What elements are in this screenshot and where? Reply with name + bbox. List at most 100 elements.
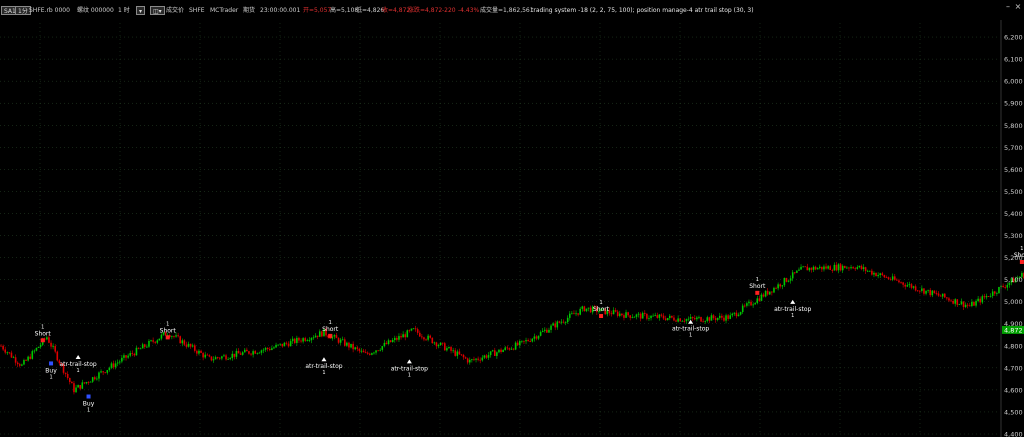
candle-body xyxy=(466,358,469,363)
price-chart[interactable]: 1Shortatr-trail-stop1Buy1Buy11Short1Shor… xyxy=(0,0,1024,437)
candle-body xyxy=(264,347,267,350)
candle-body xyxy=(850,267,852,269)
candle-body xyxy=(573,313,575,315)
menu-button[interactable]: ▾ xyxy=(136,6,146,15)
candle-body xyxy=(498,349,500,353)
candle-body xyxy=(335,335,338,339)
range-label: 期货 xyxy=(243,7,256,14)
candle-body xyxy=(900,282,902,284)
candle-body xyxy=(179,336,182,344)
candle-body xyxy=(546,329,548,333)
candle-body xyxy=(635,314,638,317)
candle-body xyxy=(131,353,134,354)
candle-body xyxy=(610,313,613,315)
candle-body xyxy=(258,352,261,354)
candle-body xyxy=(396,337,398,340)
candle-body xyxy=(448,347,450,349)
candle-body xyxy=(441,342,444,344)
candle-body xyxy=(402,334,404,338)
layout-button[interactable]: ◫▾ xyxy=(150,6,165,15)
candle-body xyxy=(423,337,425,340)
price-axis: 4,4004,5004,6004,7004,8004,9005,0005,100… xyxy=(1000,14,1024,437)
signal-qty: 1 xyxy=(408,372,411,378)
stop-marker xyxy=(406,359,412,364)
candle-body xyxy=(281,343,284,347)
candle-body xyxy=(4,349,7,353)
y-tick-label: 4,700 xyxy=(1004,364,1023,372)
candle-body xyxy=(114,363,117,368)
candle-body xyxy=(614,310,617,312)
candle-body xyxy=(837,264,840,271)
candle-body xyxy=(991,291,994,296)
candle-body xyxy=(333,335,336,337)
candle-body xyxy=(0,345,2,347)
candle-body xyxy=(489,351,492,356)
signal-label: Short xyxy=(593,306,610,313)
short-marker xyxy=(40,338,45,343)
candle-body xyxy=(575,313,577,315)
candle-body xyxy=(621,313,623,316)
candle-body xyxy=(143,344,146,347)
candle-body xyxy=(664,318,667,321)
candle-body xyxy=(431,337,434,344)
signal-label: atr-trail-stop xyxy=(60,361,97,368)
candle-body xyxy=(898,280,900,283)
candle-body xyxy=(314,335,317,338)
candle-body xyxy=(656,315,659,318)
candle-body xyxy=(125,355,127,358)
last-price-label: 4,872 xyxy=(1004,326,1023,334)
candle-body xyxy=(277,344,279,346)
candle-body xyxy=(71,381,73,384)
candle-body xyxy=(254,351,257,354)
candle-body xyxy=(779,284,782,287)
candle-body xyxy=(727,315,729,319)
candle-body xyxy=(923,288,925,294)
candle-body xyxy=(175,335,177,337)
candle-body xyxy=(700,317,702,322)
candle-body xyxy=(216,357,219,358)
candle-body xyxy=(83,382,86,384)
candle-body xyxy=(854,268,857,270)
candle-body xyxy=(446,348,448,351)
candle-body xyxy=(731,313,734,316)
candle-body xyxy=(310,337,313,341)
grid-lines xyxy=(0,15,1000,435)
candle-body xyxy=(171,336,173,338)
candle-body xyxy=(8,352,11,354)
candle-body xyxy=(660,314,663,316)
candle-body xyxy=(571,313,573,315)
signal-label: Buy xyxy=(83,401,95,408)
candle-body xyxy=(377,350,379,352)
candle-body xyxy=(418,332,421,337)
candle-body xyxy=(585,308,588,312)
candle-body xyxy=(971,301,973,307)
candle-body xyxy=(158,338,161,341)
candle-body xyxy=(260,350,263,353)
candle-body xyxy=(843,265,846,269)
candle-body xyxy=(577,313,579,315)
candle-body xyxy=(391,339,394,343)
candle-body xyxy=(306,340,309,342)
candle-body xyxy=(862,267,865,270)
candle-body xyxy=(543,329,546,331)
candle-body xyxy=(696,317,698,320)
candle-body xyxy=(866,270,869,272)
candle-body xyxy=(964,304,967,307)
candle-body xyxy=(785,277,788,282)
toolbar: SA1 1分 SHFE.rb 0000 螺纹 000000 1 时 ▾ ◫▾ 成… xyxy=(0,0,1024,20)
candle-body xyxy=(346,342,348,346)
candle-body xyxy=(683,320,686,322)
candle-body xyxy=(68,377,71,382)
candle-body xyxy=(156,340,159,343)
candle-body xyxy=(523,340,525,342)
signal-qty: 1 xyxy=(77,368,80,374)
source-label: MCTrader xyxy=(210,7,239,14)
candle-body xyxy=(918,290,921,292)
candle-body xyxy=(66,373,69,378)
minimize-icon[interactable]: – xyxy=(1004,3,1012,11)
candle-body xyxy=(408,330,411,332)
candle-body xyxy=(358,348,361,351)
close-icon[interactable]: × xyxy=(1014,3,1022,11)
candle-body xyxy=(679,318,682,322)
candle-body xyxy=(200,350,202,353)
